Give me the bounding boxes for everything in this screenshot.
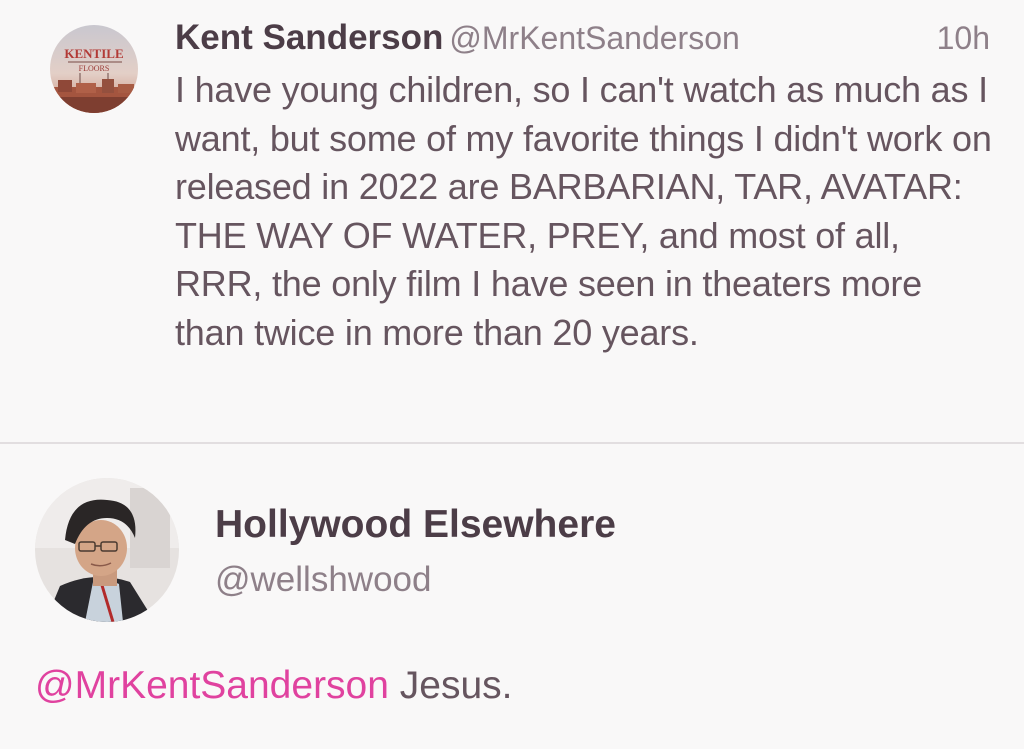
svg-text:FLOORS: FLOORS [79,64,110,73]
reply-text: @MrKentSanderson Jesus. [35,664,513,708]
timestamp[interactable]: 10h [937,20,990,57]
divider [0,442,1024,444]
author-handle[interactable]: @MrKentSanderson [449,20,739,56]
svg-text:KENTILE: KENTILE [64,46,123,61]
profile-photo-avatar[interactable] [35,478,179,622]
reply-author-name[interactable]: Hollywood Elsewhere [215,503,616,547]
timeline: KENTILE FLOORS Kent Sanderson @MrKentSand… [0,0,1024,749]
mention-link[interactable]: @MrKentSanderson [35,664,389,707]
avatar-image: KENTILE FLOORS [50,25,138,113]
tweet-text: I have young children, so I can't watch … [175,69,992,353]
author-name[interactable]: Kent Sanderson [175,18,443,57]
tweet-card[interactable]: KENTILE FLOORS Kent Sanderson @MrKentSand… [0,0,1024,443]
tweet-header: Kent Sanderson @MrKentSanderson 10h [175,18,990,66]
avatar-image [35,478,179,622]
reply-body: Jesus. [388,664,513,707]
reply-author-handle[interactable]: @wellshwood [215,560,431,600]
kentile-sign-avatar[interactable]: KENTILE FLOORS [50,25,138,113]
